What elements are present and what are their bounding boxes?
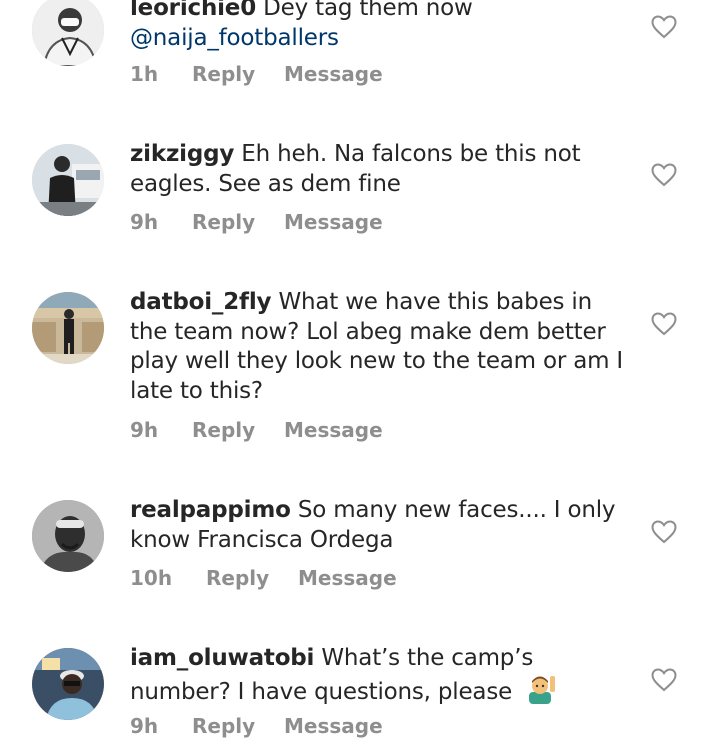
man-raising-hand-emoji xyxy=(523,674,557,704)
user-avatar-icon xyxy=(32,144,104,216)
avatar[interactable] xyxy=(32,292,104,364)
avatar[interactable] xyxy=(32,0,104,66)
like-button[interactable] xyxy=(651,15,677,39)
reply-button[interactable]: Reply xyxy=(192,418,284,442)
comment-actions: 9h Reply Message xyxy=(130,714,383,738)
message-button[interactable]: Message xyxy=(284,418,383,442)
comment-username[interactable]: zikziggy xyxy=(130,141,234,167)
message-button[interactable]: Message xyxy=(298,566,397,590)
user-avatar-icon xyxy=(32,500,104,572)
comment-username[interactable]: datboi_2fly xyxy=(130,289,272,315)
like-button[interactable] xyxy=(651,163,677,187)
comment-timestamp: 10h xyxy=(130,566,173,590)
like-button[interactable] xyxy=(651,312,677,336)
reply-button[interactable]: Reply xyxy=(206,566,298,590)
heart-icon xyxy=(651,15,677,39)
message-button[interactable]: Message xyxy=(284,210,383,234)
user-avatar-icon xyxy=(32,0,104,66)
reply-button[interactable]: Reply xyxy=(192,62,284,86)
comment-timestamp: 1h xyxy=(130,62,159,86)
user-avatar-icon xyxy=(32,292,104,364)
comment-timestamp: 9h xyxy=(130,418,159,442)
comment-actions: 10h Reply Message xyxy=(130,566,397,590)
comment-timestamp: 9h xyxy=(130,210,159,234)
reply-button[interactable]: Reply xyxy=(192,210,284,234)
comment-actions: 1h Reply Message xyxy=(130,62,383,86)
comment-actions: 9h Reply Message xyxy=(130,210,383,234)
heart-icon xyxy=(651,163,677,187)
reply-button[interactable]: Reply xyxy=(192,714,284,738)
heart-icon xyxy=(651,312,677,336)
comment-username[interactable]: iam_oluwatobi xyxy=(130,645,314,671)
heart-icon xyxy=(651,668,677,692)
comment-text: iam_oluwatobi What’s the camp’s number? … xyxy=(130,644,635,707)
comment-username[interactable]: realpappimo xyxy=(130,497,291,523)
heart-icon xyxy=(651,520,677,544)
message-button[interactable]: Message xyxy=(284,62,383,86)
comment-text: realpappimo So many new faces.... I only… xyxy=(130,496,635,555)
avatar[interactable] xyxy=(32,500,104,572)
comment-text: leorichie0 Dey tag them now @naija_footb… xyxy=(130,0,635,53)
comment-timestamp: 9h xyxy=(130,714,159,738)
comment-text: datboi_2fly What we have this babes in t… xyxy=(130,288,635,406)
like-button[interactable] xyxy=(651,668,677,692)
comment-text: zikziggy Eh heh. Na falcons be this not … xyxy=(130,140,635,199)
avatar[interactable] xyxy=(32,144,104,216)
comment-username[interactable]: leorichie0 xyxy=(130,0,256,21)
avatar[interactable] xyxy=(32,648,104,720)
like-button[interactable] xyxy=(651,520,677,544)
message-button[interactable]: Message xyxy=(284,714,383,738)
mention-link[interactable]: @naija_footballers xyxy=(130,25,339,51)
comment-body: Dey tag them now xyxy=(263,0,473,21)
user-avatar-icon xyxy=(32,648,104,720)
comment-actions: 9h Reply Message xyxy=(130,418,383,442)
